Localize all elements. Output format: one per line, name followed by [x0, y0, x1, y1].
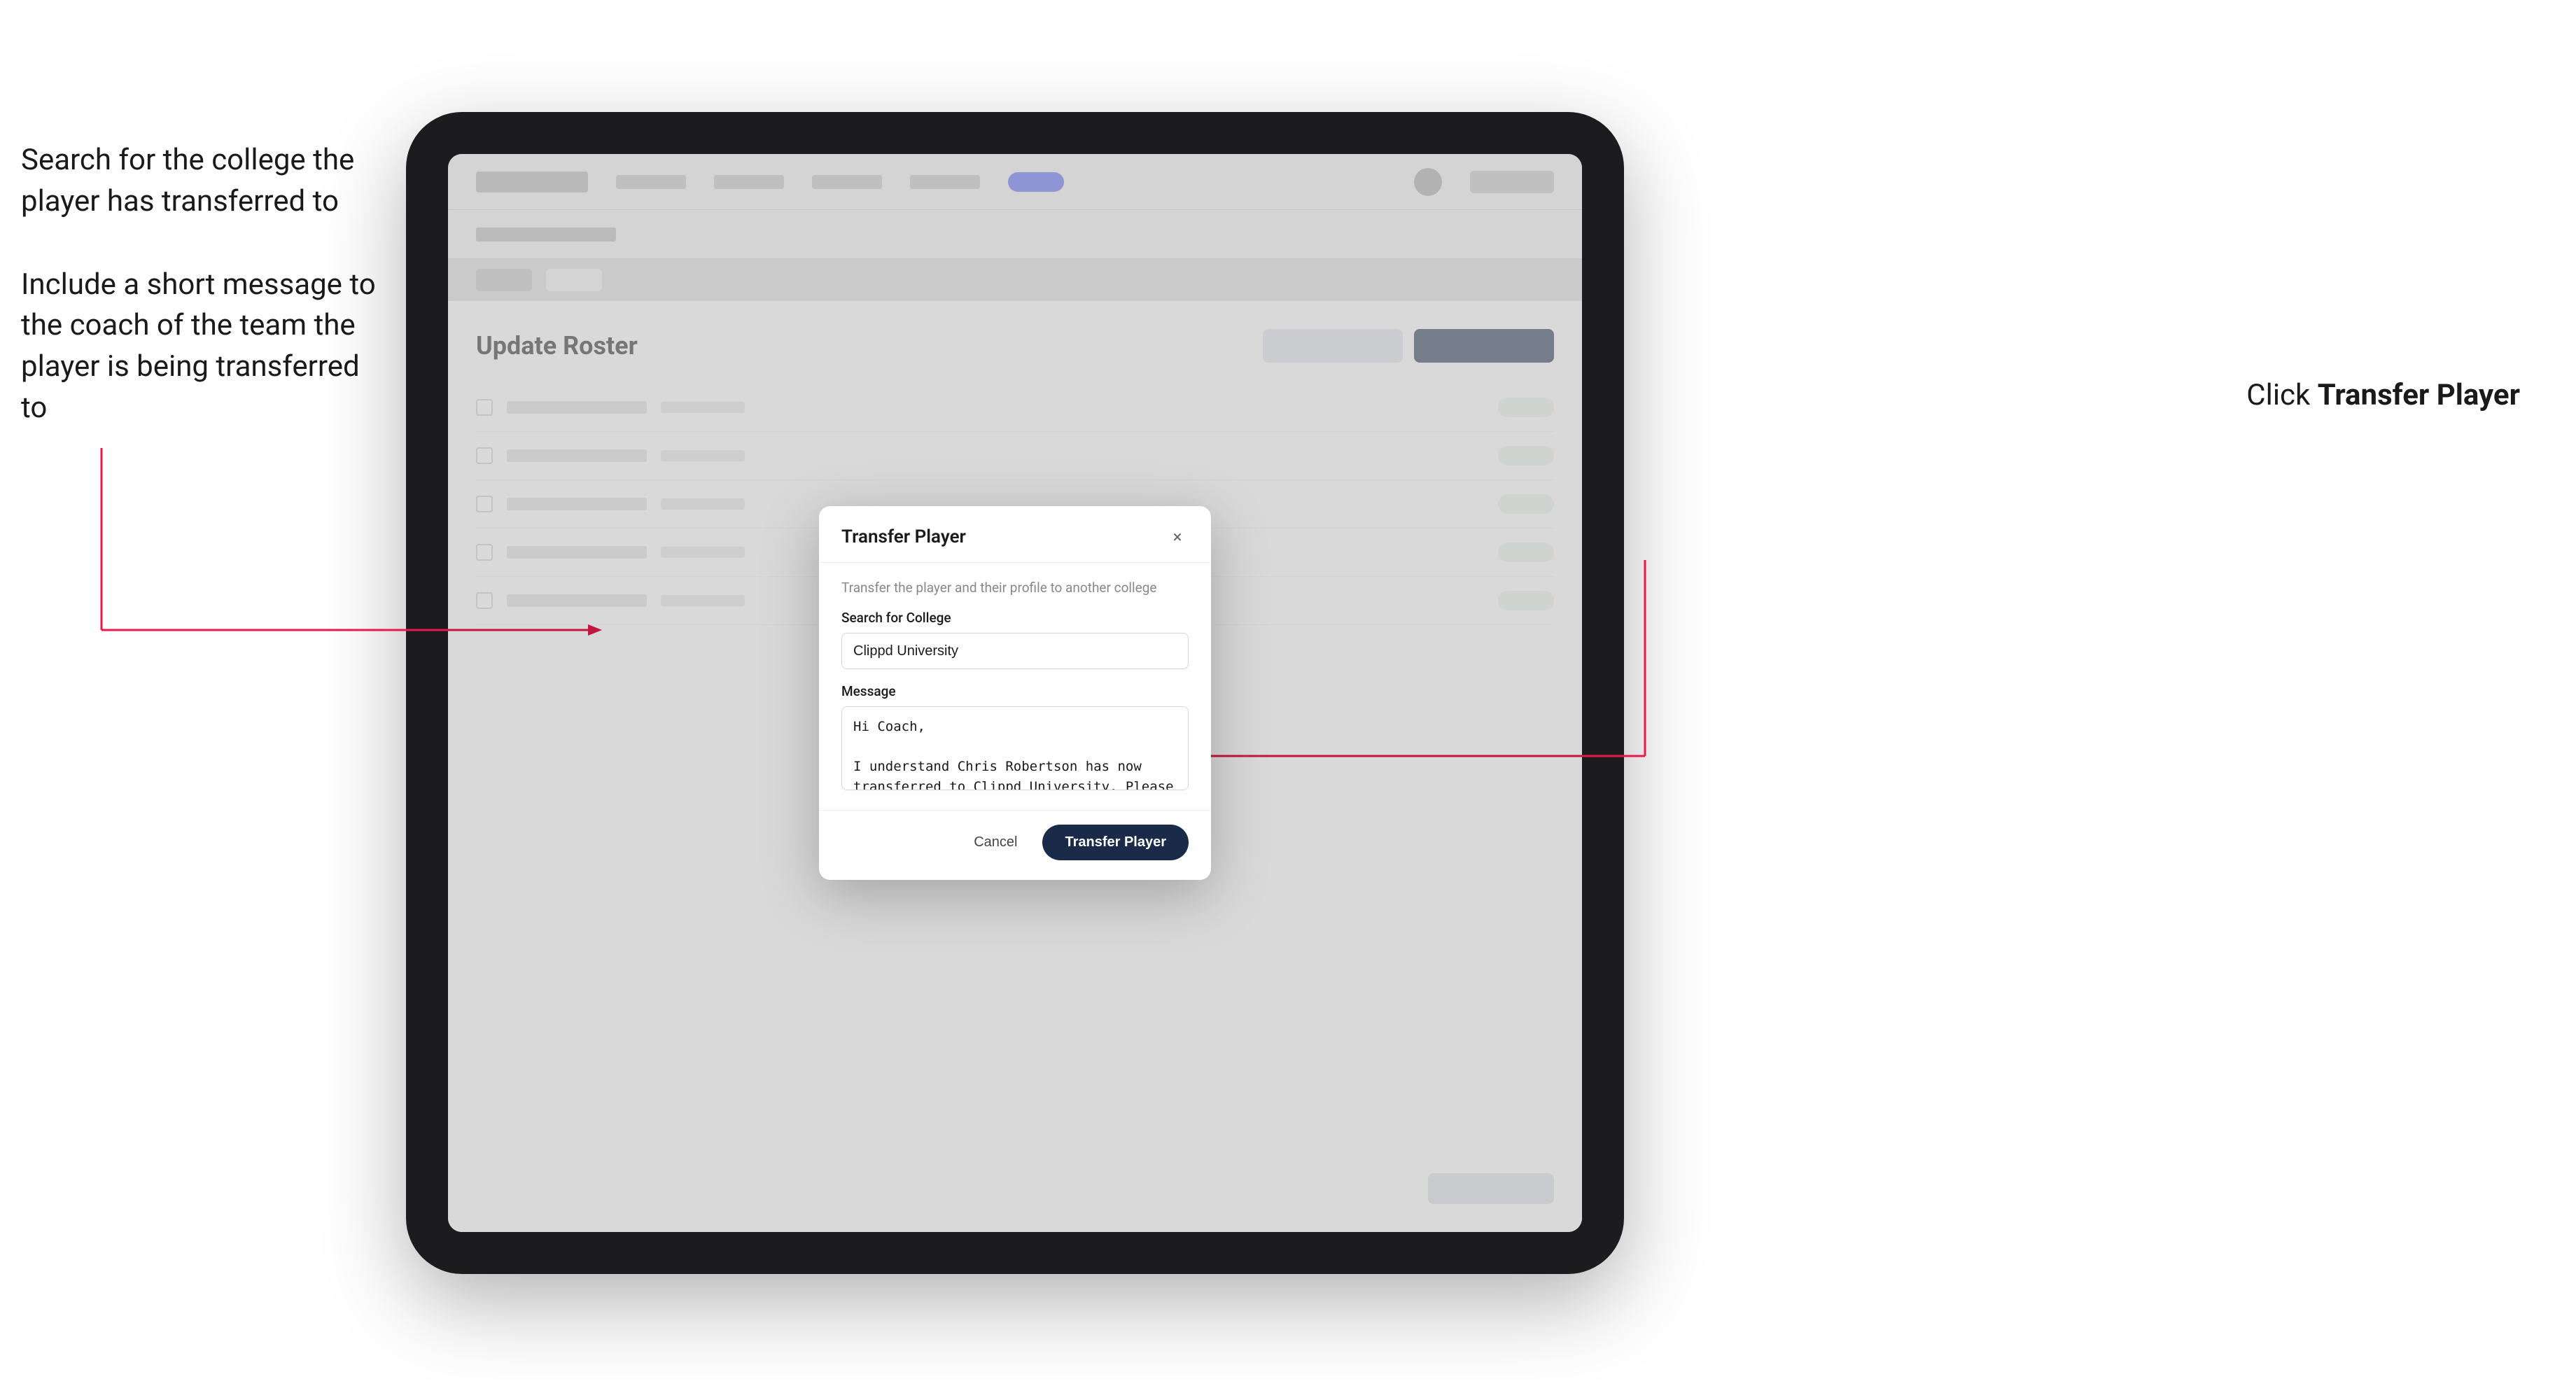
transfer-player-modal: Transfer Player × Transfer the player an…: [819, 506, 1211, 880]
modal-title: Transfer Player: [841, 526, 966, 547]
modal-footer: Cancel Transfer Player: [819, 810, 1211, 880]
college-search-input[interactable]: [841, 633, 1189, 669]
annotation-left-container: Search for the college the player has tr…: [21, 140, 385, 471]
annotation-right-container: Click Transfer Player: [2246, 378, 2520, 412]
ipad-frame: Update Roster: [406, 112, 1624, 1274]
modal-close-button[interactable]: ×: [1166, 526, 1189, 548]
message-textarea[interactable]: Hi Coach, I understand Chris Robertson h…: [841, 706, 1189, 790]
annotation-message-text: Include a short message to the coach of …: [21, 265, 385, 429]
modal-overlay: Transfer Player × Transfer the player an…: [448, 154, 1582, 1232]
annotation-click-prefix: Click: [2246, 378, 2317, 412]
college-field-label: Search for College: [841, 610, 1189, 626]
modal-header: Transfer Player ×: [819, 506, 1211, 563]
annotation-search-text: Search for the college the player has tr…: [21, 140, 385, 223]
annotation-transfer-bold: Transfer Player: [2318, 378, 2520, 412]
close-icon: ×: [1173, 527, 1182, 547]
modal-body: Transfer the player and their profile to…: [819, 563, 1211, 810]
modal-subtitle: Transfer the player and their profile to…: [841, 580, 1189, 596]
cancel-button[interactable]: Cancel: [962, 827, 1028, 858]
ipad-screen: Update Roster: [448, 154, 1582, 1232]
transfer-player-button[interactable]: Transfer Player: [1042, 825, 1189, 860]
message-field-label: Message: [841, 683, 1189, 699]
